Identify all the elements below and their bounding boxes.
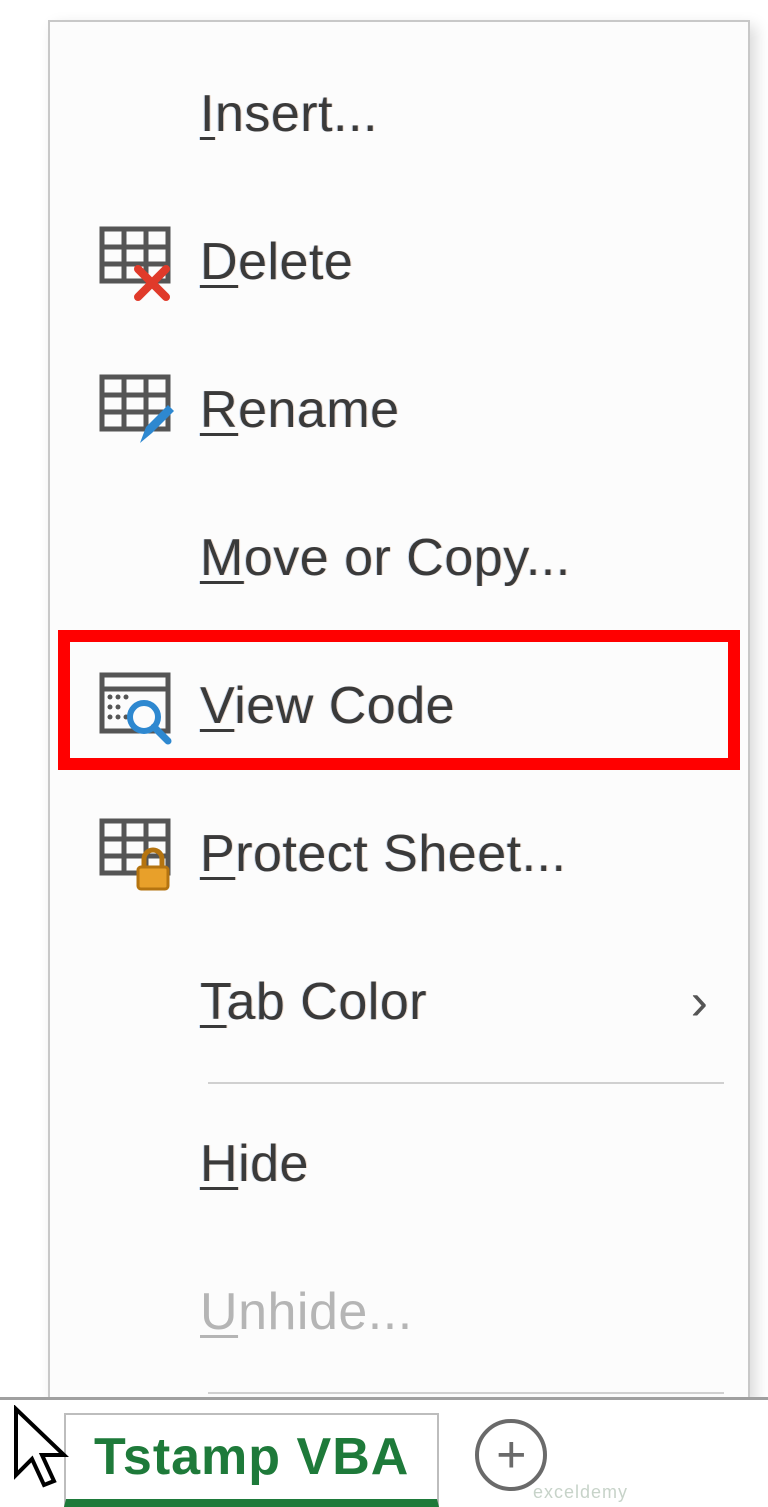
menu-item-hide[interactable]: Hide [50,1090,748,1238]
table-rename-icon [70,371,200,449]
protect-sheet-icon [70,815,200,893]
menu-item-tab-color[interactable]: Tab Color › [50,928,748,1076]
menu-item-label: Rename [200,380,400,440]
menu-item-label: Protect Sheet... [200,824,566,884]
menu-item-unhide: Unhide... [50,1238,748,1386]
menu-item-move-or-copy[interactable]: Move or Copy... [50,484,748,632]
sheet-tab-active[interactable]: Tstamp VBA [64,1413,439,1507]
menu-item-label: Move or Copy... [200,528,571,588]
menu-item-rename[interactable]: Rename [50,336,748,484]
menu-item-label: Insert... [200,84,378,144]
menu-item-label: Tab Color [200,972,427,1032]
menu-separator [208,1392,724,1394]
menu-item-insert[interactable]: Insert... [50,40,748,188]
menu-item-label: Delete [200,232,353,292]
menu-separator [208,1082,724,1084]
chevron-right-icon: › [691,972,708,1032]
plus-icon: + [496,1425,526,1485]
menu-item-label: Unhide... [200,1282,413,1342]
sheet-context-menu: Insert... Delete [48,20,750,1400]
view-code-icon [70,667,200,745]
menu-item-label: Hide [200,1134,309,1194]
menu-item-label: View Code [200,676,455,736]
watermark: exceldemy [533,1482,628,1503]
table-delete-icon [70,223,200,301]
sheet-tab-bar: Tstamp VBA + [0,1397,768,1507]
menu-item-view-code[interactable]: View Code [50,632,748,780]
sheet-tab-label: Tstamp VBA [94,1427,409,1487]
menu-item-protect-sheet[interactable]: Protect Sheet... [50,780,748,928]
new-sheet-button[interactable]: + [475,1419,547,1491]
menu-item-delete[interactable]: Delete [50,188,748,336]
mouse-cursor-icon [10,1405,80,1495]
